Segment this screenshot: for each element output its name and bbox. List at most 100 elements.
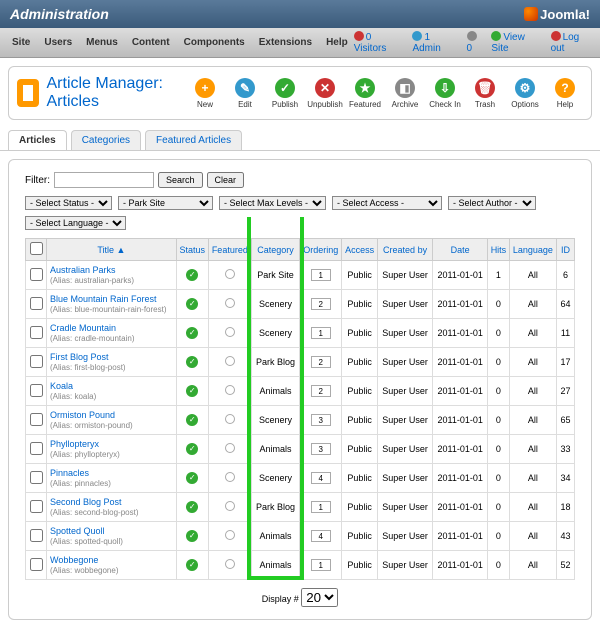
logout-link[interactable]: Log out xyxy=(551,31,594,54)
featured-button[interactable]: ★Featured xyxy=(347,78,383,109)
featured-toggle[interactable] xyxy=(225,356,235,366)
status-published-icon[interactable]: ✓ xyxy=(186,472,198,484)
row-checkbox[interactable] xyxy=(30,326,43,339)
ordering-input[interactable]: 3 xyxy=(311,414,331,426)
options-button[interactable]: ⚙Options xyxy=(507,78,543,109)
menu-menus[interactable]: Menus xyxy=(80,34,124,51)
edit-button[interactable]: ✎Edit xyxy=(227,78,263,109)
ordering-input[interactable]: 4 xyxy=(311,472,331,484)
article-title-link[interactable]: Koala xyxy=(50,381,73,391)
row-checkbox[interactable] xyxy=(30,384,43,397)
article-title-link[interactable]: First Blog Post xyxy=(50,352,109,362)
filter-input[interactable] xyxy=(54,172,154,188)
ordering-input[interactable]: 1 xyxy=(311,501,331,513)
col-ordering[interactable]: Ordering xyxy=(300,239,342,261)
featured-toggle[interactable] xyxy=(225,472,235,482)
article-title-link[interactable]: Blue Mountain Rain Forest xyxy=(50,294,157,304)
visitors-link[interactable]: 0 Visitors xyxy=(354,31,405,54)
tab-categories[interactable]: Categories xyxy=(71,130,141,150)
status-select[interactable]: - Select Status - xyxy=(25,196,112,210)
levels-select[interactable]: - Select Max Levels - xyxy=(219,196,326,210)
status-published-icon[interactable]: ✓ xyxy=(186,414,198,426)
featured-toggle[interactable] xyxy=(225,414,235,424)
menu-help[interactable]: Help xyxy=(320,34,354,51)
viewsite-link[interactable]: View Site xyxy=(491,31,542,54)
tab-articles[interactable]: Articles xyxy=(8,130,67,150)
ordering-input[interactable]: 2 xyxy=(311,385,331,397)
check-in-button[interactable]: ⇩Check In xyxy=(427,78,463,109)
help-button[interactable]: ?Help xyxy=(547,78,583,109)
ordering-input[interactable]: 1 xyxy=(311,559,331,571)
ordering-input[interactable]: 2 xyxy=(311,298,331,310)
row-checkbox[interactable] xyxy=(30,413,43,426)
status-published-icon[interactable]: ✓ xyxy=(186,385,198,397)
status-published-icon[interactable]: ✓ xyxy=(186,443,198,455)
featured-toggle[interactable] xyxy=(225,298,235,308)
article-title-link[interactable]: Wobbegone xyxy=(50,555,98,565)
menu-components[interactable]: Components xyxy=(178,34,251,51)
menu-content[interactable]: Content xyxy=(126,34,176,51)
trash-button[interactable]: 🗑Trash xyxy=(467,78,503,109)
row-checkbox[interactable] xyxy=(30,558,43,571)
menu-extensions[interactable]: Extensions xyxy=(253,34,318,51)
col-featured[interactable]: Featured xyxy=(208,239,251,261)
article-title-link[interactable]: Ormiston Pound xyxy=(50,410,115,420)
col-date[interactable]: Date xyxy=(433,239,488,261)
row-checkbox[interactable] xyxy=(30,297,43,310)
status-published-icon[interactable]: ✓ xyxy=(186,530,198,542)
col-access[interactable]: Access xyxy=(342,239,378,261)
col-created[interactable]: Created by xyxy=(377,239,432,261)
status-published-icon[interactable]: ✓ xyxy=(186,501,198,513)
featured-toggle[interactable] xyxy=(225,530,235,540)
status-published-icon[interactable]: ✓ xyxy=(186,327,198,339)
access-select[interactable]: - Select Access - xyxy=(332,196,442,210)
article-title-link[interactable]: Spotted Quoll xyxy=(50,526,105,536)
language-select[interactable]: - Select Language - xyxy=(25,216,126,230)
ordering-input[interactable]: 3 xyxy=(311,443,331,455)
search-button[interactable]: Search xyxy=(158,172,203,188)
article-title-link[interactable]: Pinnacles xyxy=(50,468,89,478)
col-hits[interactable]: Hits xyxy=(488,239,510,261)
row-checkbox[interactable] xyxy=(30,500,43,513)
status-published-icon[interactable]: ✓ xyxy=(186,269,198,281)
admin-link[interactable]: 1 Admin xyxy=(412,31,458,54)
archive-button[interactable]: ◧Archive xyxy=(387,78,423,109)
ordering-input[interactable]: 1 xyxy=(311,269,331,281)
status-published-icon[interactable]: ✓ xyxy=(186,559,198,571)
category-select[interactable]: - Park Site xyxy=(118,196,213,210)
ordering-input[interactable]: 1 xyxy=(311,327,331,339)
menu-users[interactable]: Users xyxy=(38,34,78,51)
featured-toggle[interactable] xyxy=(225,269,235,279)
clear-button[interactable]: Clear xyxy=(207,172,245,188)
ordering-input[interactable]: 2 xyxy=(311,356,331,368)
row-checkbox[interactable] xyxy=(30,471,43,484)
featured-toggle[interactable] xyxy=(225,501,235,511)
new-button[interactable]: +New xyxy=(187,78,223,109)
select-all-checkbox[interactable] xyxy=(30,242,43,255)
col-category[interactable]: Category xyxy=(251,239,299,261)
article-title-link[interactable]: Second Blog Post xyxy=(50,497,122,507)
article-title-link[interactable]: Phyllopteryx xyxy=(50,439,99,449)
unpublish-button[interactable]: ✕Unpublish xyxy=(307,78,343,109)
menu-site[interactable]: Site xyxy=(6,34,36,51)
display-count-select[interactable]: 20 xyxy=(301,588,338,607)
status-published-icon[interactable]: ✓ xyxy=(186,356,198,368)
col-title[interactable]: Title ▲ xyxy=(47,239,177,261)
featured-toggle[interactable] xyxy=(225,327,235,337)
row-checkbox[interactable] xyxy=(30,268,43,281)
article-title-link[interactable]: Australian Parks xyxy=(50,265,116,275)
publish-button[interactable]: ✓Publish xyxy=(267,78,303,109)
featured-toggle[interactable] xyxy=(225,385,235,395)
author-select[interactable]: - Select Author - xyxy=(448,196,536,210)
row-checkbox[interactable] xyxy=(30,442,43,455)
featured-toggle[interactable] xyxy=(225,559,235,569)
tab-featured-articles[interactable]: Featured Articles xyxy=(145,130,242,150)
col-id[interactable]: ID xyxy=(557,239,575,261)
featured-toggle[interactable] xyxy=(225,443,235,453)
row-checkbox[interactable] xyxy=(30,529,43,542)
article-title-link[interactable]: Cradle Mountain xyxy=(50,323,116,333)
ordering-input[interactable]: 4 xyxy=(311,530,331,542)
col-language[interactable]: Language xyxy=(509,239,556,261)
row-checkbox[interactable] xyxy=(30,355,43,368)
col-status[interactable]: Status xyxy=(176,239,208,261)
